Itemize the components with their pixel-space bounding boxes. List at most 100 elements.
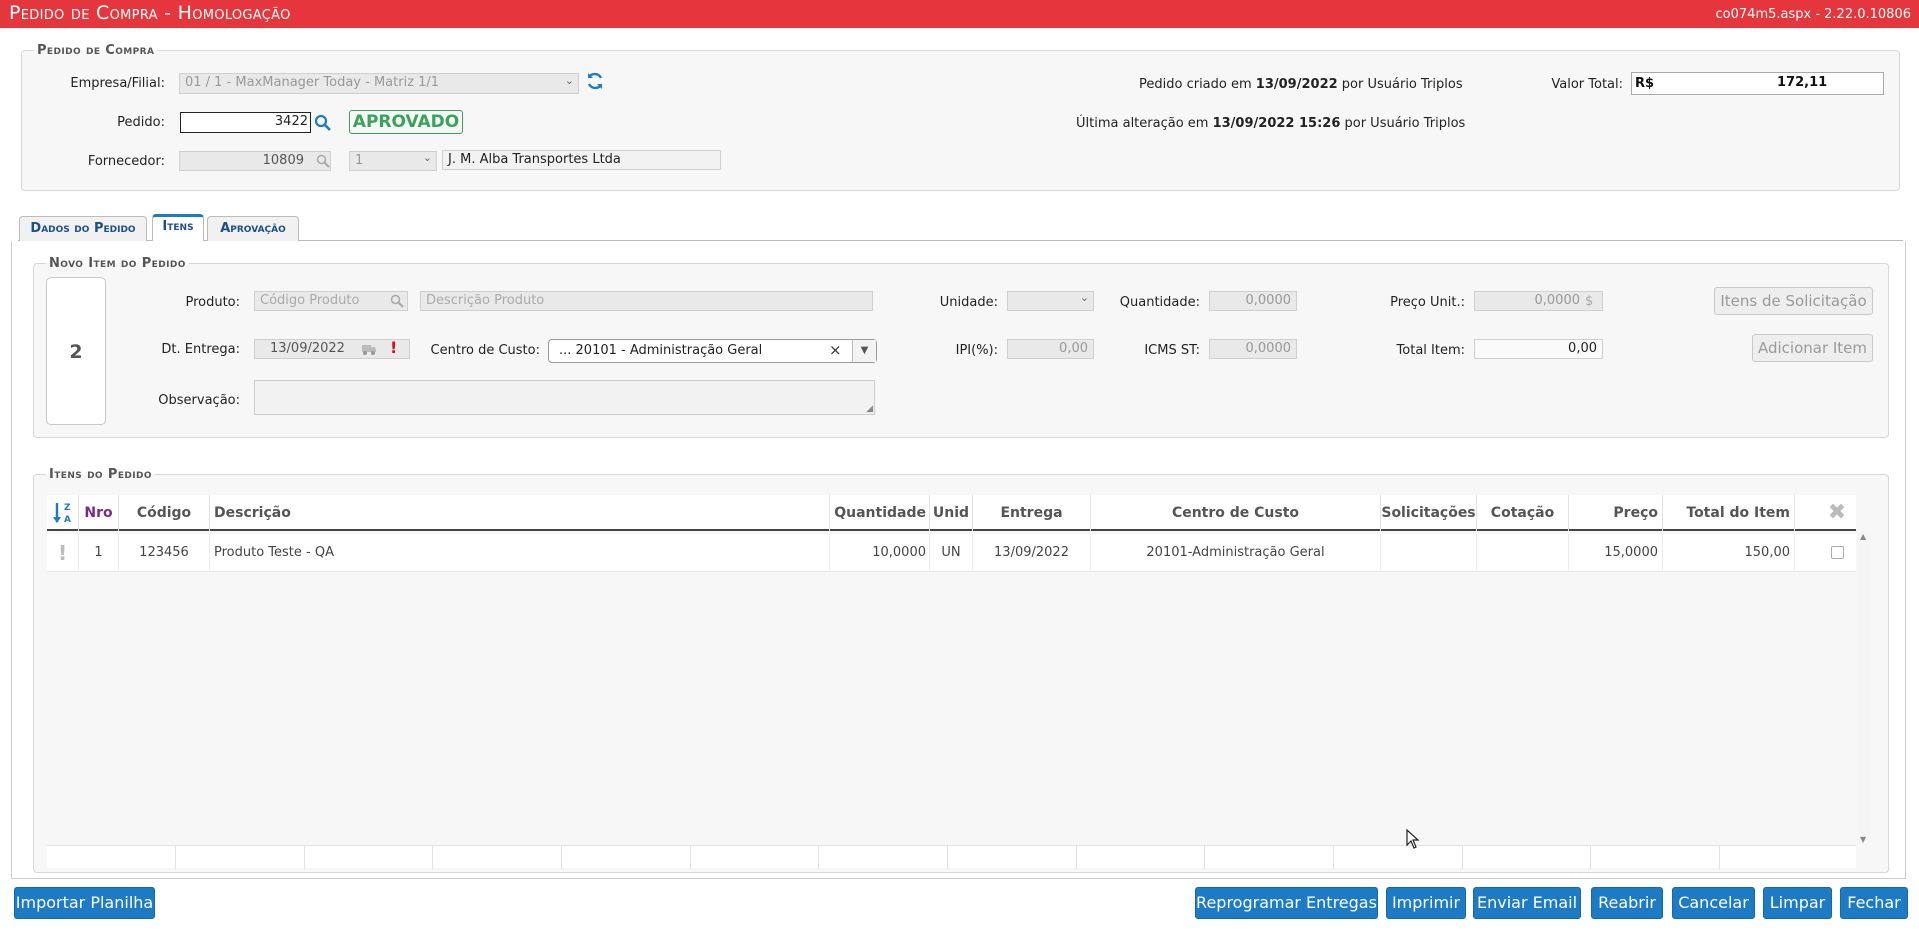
icms-input[interactable]: 0,0000 [1209,339,1297,359]
col-total-item[interactable]: Total do Item [1663,495,1795,531]
search-icon[interactable] [390,294,404,308]
col-entrega[interactable]: Entrega [973,495,1091,531]
fechar-button[interactable]: Fechar [1840,887,1908,919]
row-entrega: 13/09/2022 [973,534,1091,572]
entrega-label: Dt. Entrega: [161,342,240,357]
ipi-label: IPI(%): [955,343,998,358]
adicionar-item-button[interactable]: Adicionar Item [1752,334,1873,362]
tab-aprovacao[interactable]: Aprovação [207,216,299,241]
total-item-label: Total Item: [1396,343,1465,358]
chevron-down-icon: ⌄ [1079,291,1089,304]
centro-custo-select[interactable]: ... 20101 - Administração Geral × ▼ [548,339,877,363]
novo-item-legend: Novo Item do Pedido [49,256,186,271]
reprogramar-entregas-button[interactable]: Reprogramar Entregas [1195,887,1378,919]
fornecedor-seq: 1 [355,153,364,168]
cancelar-button[interactable]: Cancelar [1672,887,1755,919]
fornecedor-code-input[interactable]: 10809 [179,151,331,171]
search-icon[interactable] [314,114,332,132]
preco-unit-input[interactable]: 0,0000 [1474,291,1603,311]
delete-all-icon[interactable]: ✖ [1822,495,1852,531]
importar-planilha-button[interactable]: Importar Planilha [14,887,155,919]
row-total-item: 150,00 [1663,534,1795,572]
chevron-down-icon[interactable]: ▼ [852,340,876,362]
scroll-down-icon[interactable]: ▼ [1860,835,1866,844]
ipi-value: 0,00 [1059,341,1088,356]
resize-handle-icon[interactable]: ◢ [866,404,873,414]
col-cotacao[interactable]: Cotação [1477,495,1569,531]
row-descricao: Produto Teste - QA [210,534,830,572]
total-item-value: 0,00 [1568,341,1597,356]
row-checkbox[interactable] [1822,534,1852,572]
col-descricao[interactable]: Descrição [210,495,830,531]
table-row[interactable]: ! 1 123456 Produto Teste - QA 10,0000 UN… [47,534,1856,572]
enviar-email-button[interactable]: Enviar Email [1473,887,1581,919]
tab-dados-pedido[interactable]: Dados do Pedido [19,216,147,241]
entrega-input[interactable]: 13/09/2022 [254,339,410,359]
tab-itens[interactable]: Itens [152,214,204,241]
empresa-select[interactable]: 01 / 1 - MaxManager Today - Matriz 1/1 ⌄ [179,73,579,94]
version-label: co074m5.aspx - 2.22.0.10806 [1715,7,1911,22]
empresa-value: 01 / 1 - MaxManager Today - Matriz 1/1 [185,75,440,90]
col-codigo[interactable]: Código [119,495,210,531]
preco-unit-value: 0,0000 [1534,293,1581,308]
required-alert-icon: ! [390,338,398,357]
row-nro: 1 [79,534,119,572]
search-icon[interactable] [316,154,330,168]
preco-unit-label: Preço Unit.: [1390,295,1465,310]
ipi-input[interactable]: 0,00 [1007,339,1094,359]
pedido-input[interactable]: 3422 [180,112,311,133]
vertical-scrollbar[interactable]: ▲ ▼ [1857,531,1871,845]
created-info: Pedido criado em 13/09/2022 por Usuário … [1139,77,1463,92]
empresa-label: Empresa/Filial: [70,76,165,91]
row-centro-custo: 20101-Administração Geral [1091,534,1381,572]
grid-header: ZA Nro Código Descrição Quantidade Unid … [47,495,1856,531]
col-solicitacoes[interactable]: Solicitações [1381,495,1477,531]
entrega-value: 13/09/2022 [270,341,345,356]
col-quantidade[interactable]: Quantidade [830,495,930,531]
observacao-textarea[interactable]: ◢ [254,380,875,415]
icms-label: ICMS ST: [1144,343,1200,358]
scroll-up-icon[interactable]: ▲ [1860,532,1866,541]
pedido-compra-legend: Pedido de Compra [37,43,155,58]
valor-total-label: Valor Total: [1551,77,1623,92]
itens-pedido-legend: Itens do Pedido [49,467,152,482]
row-cotacao [1477,534,1569,572]
chevron-down-icon: ⌄ [564,74,574,87]
valor-value: 172,11 [1777,75,1828,90]
fornecedor-code: 10809 [262,153,304,168]
col-centro-custo[interactable]: Centro de Custo [1091,495,1381,531]
row-quantidade: 10,0000 [830,534,930,572]
fornecedor-name-field: J. M. Alba Transportes Ltda [442,150,721,170]
row-preco: 15,0000 [1569,534,1663,572]
grid-footer [47,845,1856,869]
checkbox-icon[interactable] [1831,546,1844,559]
itens-solicitacao-button[interactable]: Itens de Solicitação [1714,287,1873,315]
codigo-produto-placeholder: Código Produto [260,293,360,308]
valor-total-field: R$ 172,11 [1631,72,1884,95]
descricao-produto-input[interactable]: Descrição Produto [420,291,873,311]
clear-icon[interactable]: × [829,341,842,359]
sort-icon[interactable]: ZA [47,495,79,531]
fornecedor-seq-select[interactable]: 1 ⌄ [349,151,437,171]
codigo-produto-input[interactable]: Código Produto [254,291,408,311]
quantidade-value: 0,0000 [1245,293,1292,308]
fornecedor-name: J. M. Alba Transportes Ltda [448,152,621,167]
refresh-icon[interactable] [585,71,605,91]
row-codigo: 123456 [119,534,210,572]
imprimir-button[interactable]: Imprimir [1386,887,1466,919]
title-bar: Pedido de Compra - Homologação co074m5.a… [0,0,1919,28]
icms-value: 0,0000 [1245,341,1292,356]
valor-currency: R$ [1635,76,1655,91]
truck-icon[interactable] [361,342,377,356]
unidade-select[interactable]: ⌄ [1007,291,1094,311]
status-badge: APROVADO [349,110,463,134]
observacao-label: Observação: [158,393,240,408]
limpar-button[interactable]: Limpar [1763,887,1832,919]
quantidade-input[interactable]: 0,0000 [1209,291,1297,311]
descricao-produto-placeholder: Descrição Produto [426,293,545,308]
pedido-value: 3422 [274,114,308,129]
col-preco[interactable]: Preço [1569,495,1663,531]
reabrir-button[interactable]: Reabrir [1591,887,1663,919]
col-nro[interactable]: Nro [79,495,119,531]
col-unid[interactable]: Unid [930,495,973,531]
